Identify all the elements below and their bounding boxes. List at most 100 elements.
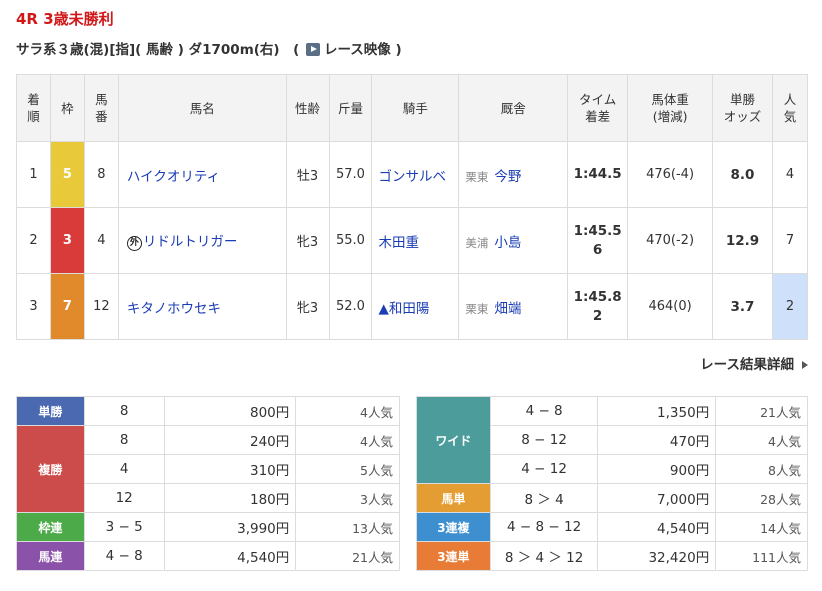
payout-amount: 4,540円: [597, 512, 717, 542]
horse-name-link[interactable]: キタノホウセキ: [127, 301, 221, 317]
payout-popularity: 14人気: [715, 512, 808, 542]
video-play-icon: [305, 43, 320, 56]
payout-label-fukusho: 複勝: [16, 425, 85, 513]
header-sex-age: 性齢: [285, 74, 330, 142]
stable-cell: 栗東 畑端: [458, 273, 569, 340]
header-body-weight: 馬体重 (増減): [627, 74, 714, 142]
trainer-link[interactable]: 畑端: [494, 301, 521, 317]
stable-cell: 美浦 小島: [458, 207, 569, 274]
finish-time-wrap: 2: [592, 307, 603, 324]
payout-label-umatan: 馬単: [416, 483, 491, 513]
payout-popularity: 4人気: [295, 396, 400, 426]
payout-amount: 240円: [163, 425, 297, 455]
horse-name-link[interactable]: リドルトリガー: [143, 234, 238, 250]
popularity-cell: 4: [771, 141, 809, 208]
payout-row-umaren: 馬連 4 − 8 4,540円 21人気: [16, 541, 400, 571]
result-header-row: 着 順 枠 馬 番 馬名 性齢 斤量 騎手 厩舎 タイム 着差 馬体重 (増減)…: [16, 74, 809, 142]
result-row: 2 3 4 外リドルトリガー 牝3 55.0 木田重 美浦 小島 1:45.5 6 470(-2) 12…: [16, 207, 809, 274]
horse-name-cell: ハイクオリティ: [117, 141, 287, 208]
odds-cell: 12.9: [712, 207, 773, 274]
finish-time: 1:45.8: [573, 288, 622, 305]
odds-cell: 8.0: [712, 141, 773, 208]
jockey-link[interactable]: 木田重: [371, 207, 460, 274]
race-video-link[interactable]: レース映像: [304, 42, 391, 58]
payout-amount: 800円: [163, 396, 297, 426]
header-popularity: 人 気: [771, 74, 809, 142]
finish-time: 1:44.5: [573, 166, 622, 182]
payout-combination: 12: [83, 483, 165, 513]
payout-popularity: 3人気: [295, 483, 400, 513]
header-jockey: 騎手: [371, 74, 460, 142]
umaban-cell: 4: [83, 207, 119, 274]
payout-combination: 4 − 12: [489, 454, 599, 484]
payout-amount: 1,350円: [597, 396, 717, 426]
payout-popularity: 5人気: [295, 454, 400, 484]
weight-cell: 55.0: [328, 207, 373, 274]
race-title: 4R 3歳未勝利: [16, 10, 114, 28]
payout-popularity: 21人気: [295, 541, 400, 571]
stable-cell: 栗東 今野: [458, 141, 569, 208]
trainer-link[interactable]: 今野: [494, 169, 521, 185]
payout-combination: 8: [83, 425, 165, 455]
payout-amount: 470円: [597, 425, 717, 455]
payout-amount: 7,000円: [597, 483, 717, 513]
payout-popularity: 111人気: [715, 541, 808, 571]
payout-row-wide: ワイド 4 − 8 1,350円 21人気: [416, 396, 808, 484]
waku-cell: 5: [49, 141, 85, 208]
header-time: タイム 着差: [567, 74, 629, 142]
waku-cell: 7: [49, 273, 85, 340]
race-conditions-text: サラ系３歳(混)[指]( 馬齢 ) ダ1700m(右) (: [16, 42, 300, 58]
time-cell: 1:45.5 6: [567, 207, 629, 274]
race-conditions-end: ): [395, 42, 402, 58]
payout-popularity: 28人気: [715, 483, 808, 513]
payout-label-wide: ワイド: [416, 396, 491, 484]
payout-combination: 4: [83, 454, 165, 484]
payout-popularity: 4人気: [295, 425, 400, 455]
header-odds: 単勝 オッズ: [712, 74, 773, 142]
sex-age-cell: 牡3: [285, 141, 330, 208]
header-waku: 枠: [49, 74, 85, 142]
payout-combination: 8: [83, 396, 165, 426]
payout-amount: 4,540円: [163, 541, 297, 571]
race-result-detail-link[interactable]: レース結果詳細: [700, 353, 808, 373]
weight-cell: 57.0: [328, 141, 373, 208]
stable-area: 美浦: [465, 235, 489, 250]
finish-time-wrap: 6: [592, 241, 603, 258]
body-weight-cell: 470(-2): [627, 207, 714, 274]
payout-row-sanrenpuku: 3連複 4 − 8 − 12 4,540円 14人気: [416, 512, 808, 542]
jockey-link[interactable]: ゴンサルベ: [371, 141, 460, 208]
stable-area: 栗東: [465, 169, 489, 184]
popularity-cell: 2: [771, 273, 809, 340]
payout-popularity: 13人気: [295, 512, 400, 542]
jockey-link[interactable]: ▲和田陽: [371, 273, 460, 340]
payout-combination: 8 ＞ 4 ＞ 12: [489, 541, 599, 571]
horse-name-link[interactable]: ハイクオリティ: [127, 169, 220, 185]
odds-cell: 3.7: [712, 273, 773, 340]
header-weight: 斤量: [328, 74, 373, 142]
payout-row-tansho: 単勝 8 800円 4人気: [16, 396, 400, 426]
payout-combination: 8 − 12: [489, 425, 599, 455]
payout-table-right: ワイド 4 − 8 1,350円 21人気 8 − 12 470円 4人気 4 − 12 900…: [416, 396, 808, 571]
umaban-cell: 8: [83, 141, 119, 208]
payout-combination: 3 − 5: [83, 512, 165, 542]
result-table: 着 順 枠 馬 番 馬名 性齢 斤量 騎手 厩舎 タイム 着差 馬体重 (増減)…: [16, 74, 809, 340]
payout-table-left: 単勝 8 800円 4人気 複勝 8 240円 4人気 4 310円 5人気 12 180円 3人気 枠連 3…: [16, 396, 400, 571]
popularity-cell: 7: [771, 207, 809, 274]
race-conditions: サラ系３歳(混)[指]( 馬齢 ) ダ1700m(右) ( レース映像 ): [16, 38, 402, 58]
payout-combination: 4 − 8: [489, 396, 599, 426]
body-weight-cell: 464(0): [627, 273, 714, 340]
weight-cell: 52.0: [328, 273, 373, 340]
time-cell: 1:45.8 2: [567, 273, 629, 340]
payout-amount: 32,420円: [597, 541, 717, 571]
payout-label-tansho: 単勝: [16, 396, 85, 426]
payout-row-wakuren: 枠連 3 − 5 3,990円 13人気: [16, 512, 400, 542]
payout-row-sanrentan: 3連単 8 ＞ 4 ＞ 12 32,420円 111人気: [416, 541, 808, 571]
payout-label-sanrentan: 3連単: [416, 541, 491, 571]
payout-combination: 8 ＞ 4: [489, 483, 599, 513]
result-row: 3 7 12 キタノホウセキ 牝3 52.0 ▲和田陽 栗東 畑端 1:45.8 2 464(0) 3.…: [16, 273, 809, 340]
chevron-right-icon: [802, 361, 808, 369]
header-stable: 厩舎: [458, 74, 569, 142]
trainer-link[interactable]: 小島: [494, 235, 521, 251]
payout-popularity: 8人気: [715, 454, 808, 484]
stable-area: 栗東: [465, 301, 489, 316]
